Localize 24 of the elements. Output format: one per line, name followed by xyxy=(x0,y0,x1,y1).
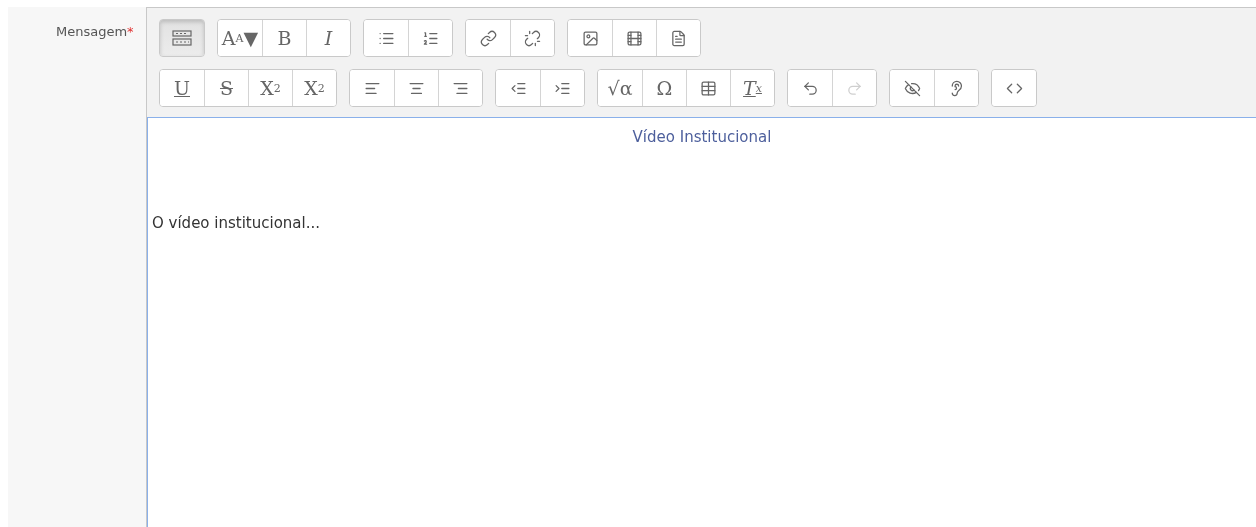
toolbar-button[interactable]: I xyxy=(306,20,350,56)
toolbar-button[interactable]: X$^{2}$ xyxy=(292,70,336,106)
toolbar-toggle-icon xyxy=(172,30,192,46)
undo-icon xyxy=(801,79,819,97)
unlink-icon xyxy=(524,29,541,47)
eye-off-icon xyxy=(903,79,921,97)
toolbar-button[interactable] xyxy=(510,20,554,56)
table-icon xyxy=(700,79,717,97)
image-icon xyxy=(581,29,599,47)
content-heading: Vídeo Institucional xyxy=(631,128,773,146)
redo-icon xyxy=(846,79,863,97)
link-icon xyxy=(479,29,497,47)
toolbar-button[interactable] xyxy=(438,70,482,106)
toolbar-button[interactable] xyxy=(540,70,584,106)
film-icon xyxy=(626,29,643,47)
toolbar-button[interactable] xyxy=(656,20,700,56)
content-paragraph: O vídeo institucional... xyxy=(152,214,321,232)
toolbar-button[interactable] xyxy=(408,20,452,56)
editor-content-area[interactable]: Vídeo Institucional O vídeo institucional... xyxy=(147,117,1256,527)
toolbar-button[interactable] xyxy=(160,20,204,56)
file-icon xyxy=(670,29,687,47)
field-label: Mensagem* xyxy=(56,24,134,39)
numbered-list-icon xyxy=(422,29,439,47)
toolbar-button[interactable] xyxy=(934,70,978,106)
